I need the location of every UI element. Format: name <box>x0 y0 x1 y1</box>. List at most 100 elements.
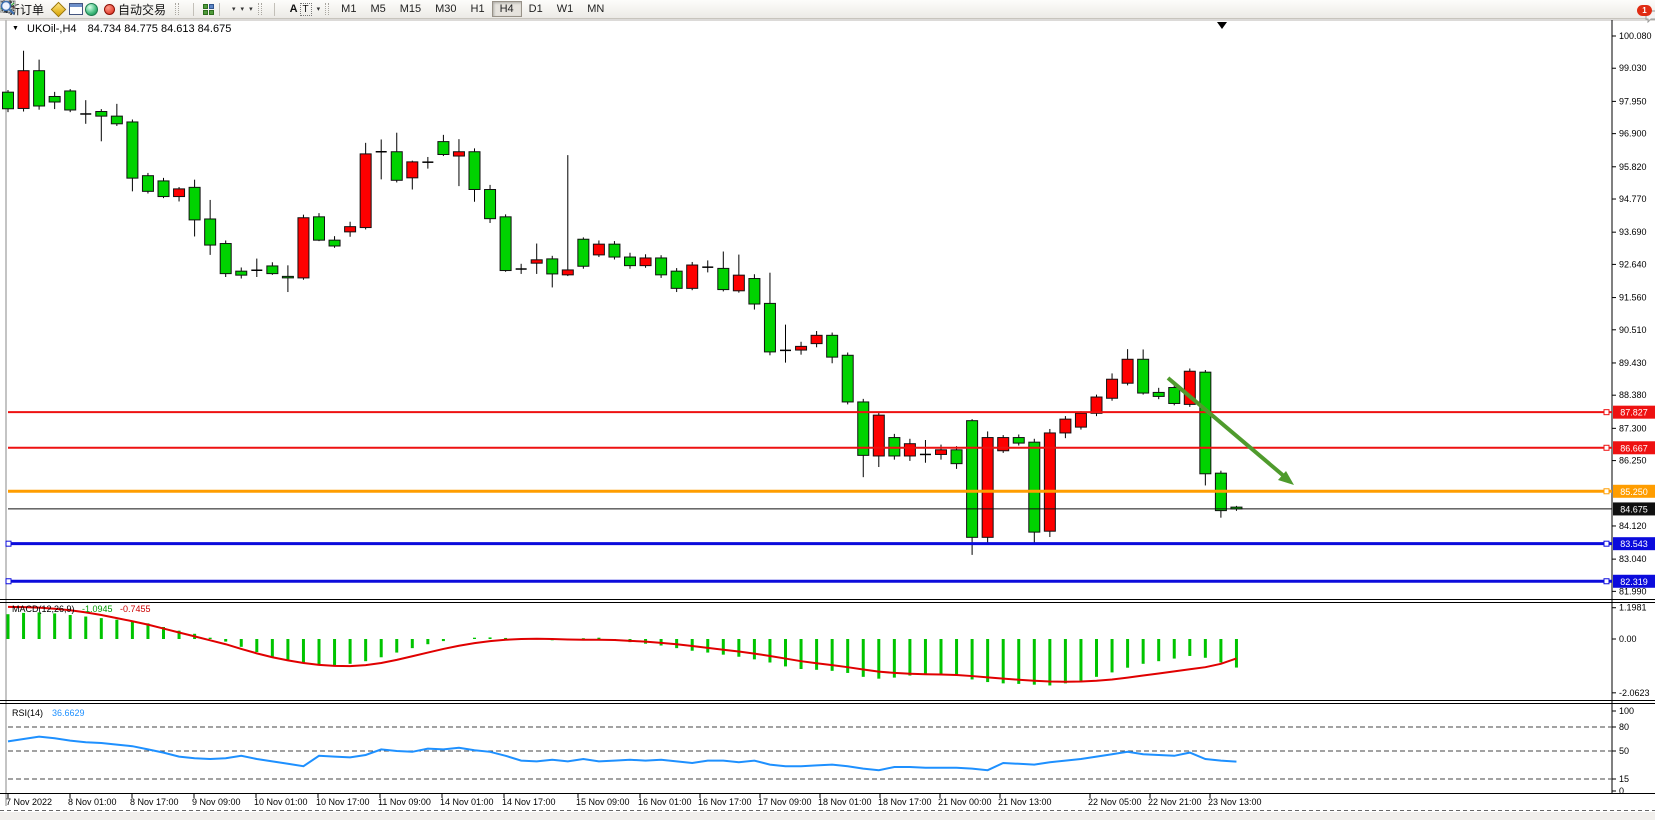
price-tick-label: 84.120 <box>1619 521 1647 531</box>
hline-handle[interactable] <box>1604 410 1609 415</box>
rsi-value: 36.6629 <box>52 708 85 718</box>
macd-tick-label: 1.1981 <box>1619 603 1647 613</box>
bull-candle <box>360 154 371 228</box>
time-tick-label: 23 Nov 13:00 <box>1208 797 1262 807</box>
hline-handle[interactable] <box>1604 445 1609 450</box>
price-tick-label: 90.510 <box>1619 325 1647 335</box>
bear-candle <box>1013 438 1024 444</box>
status-strip <box>0 812 1655 820</box>
trend-arrow-object[interactable] <box>1168 378 1285 477</box>
bear-candle <box>220 244 231 274</box>
time-tick-label: 21 Nov 00:00 <box>938 797 992 807</box>
price-tick-label: 83.040 <box>1619 554 1647 564</box>
macd-label: MACD(12,26,9) <box>12 604 75 614</box>
rsi-tick-label: 100 <box>1619 706 1634 716</box>
price-tick-label: 97.950 <box>1619 96 1647 106</box>
bear-candle <box>951 450 962 464</box>
time-tick-label: 8 Nov 01:00 <box>68 797 117 807</box>
bear-candle <box>1029 442 1040 532</box>
price-badge-label: 82.319 <box>1620 577 1648 587</box>
bull-candle <box>1107 379 1118 398</box>
time-tick-label: 18 Nov 01:00 <box>818 797 872 807</box>
bull-candle <box>531 260 542 263</box>
bear-candle <box>578 239 589 266</box>
hline-handle[interactable] <box>6 579 11 584</box>
bear-candle <box>236 271 247 275</box>
hline-handle[interactable] <box>1604 489 1609 494</box>
bear-candle <box>842 355 853 402</box>
bear-candle <box>65 91 76 110</box>
price-badge-label: 87.827 <box>1620 408 1648 418</box>
time-tick-label: 22 Nov 05:00 <box>1088 797 1142 807</box>
price-tick-label: 89.430 <box>1619 358 1647 368</box>
hline-handle[interactable] <box>1604 579 1609 584</box>
bull-candle <box>345 227 356 232</box>
time-tick-label: 16 Nov 17:00 <box>698 797 752 807</box>
price-tick-label: 100.080 <box>1619 31 1652 41</box>
price-tick-label: 95.820 <box>1619 162 1647 172</box>
bear-candle <box>547 259 558 274</box>
time-tick-label: 9 Nov 09:00 <box>192 797 241 807</box>
rsi-tick-label: 80 <box>1619 722 1629 732</box>
price-badge-label: 83.543 <box>1620 539 1648 549</box>
bear-candle <box>1169 388 1180 404</box>
chart-canvas: 100.08099.03097.95096.90095.82094.77093.… <box>0 0 1655 820</box>
chart-symbol-period: UKOil-,H4 <box>27 23 77 35</box>
last-bar-marker-icon <box>1217 22 1227 29</box>
bull-candle <box>687 265 698 288</box>
macd-signal-line <box>8 607 1236 682</box>
bear-candle <box>314 217 325 240</box>
bull-candle <box>174 189 185 197</box>
price-tick-label: 86.250 <box>1619 456 1647 466</box>
bull-candle <box>796 346 807 350</box>
bear-candle <box>438 142 449 155</box>
bear-candle <box>127 122 138 178</box>
rsi-tick-label: 15 <box>1619 774 1629 784</box>
bull-candle <box>593 244 604 255</box>
bull-candle <box>453 152 464 156</box>
bear-candle <box>34 71 45 106</box>
price-tick-label: 91.560 <box>1619 293 1647 303</box>
time-tick-label: 14 Nov 01:00 <box>440 797 494 807</box>
bear-candle <box>282 276 293 278</box>
price-tick-label: 96.900 <box>1619 129 1647 139</box>
bull-candle <box>873 415 884 456</box>
price-badge-label: 85.250 <box>1620 487 1648 497</box>
bull-candle <box>298 218 309 278</box>
bear-candle <box>1138 359 1149 393</box>
hline-handle[interactable] <box>6 541 11 546</box>
bear-candle <box>671 271 682 288</box>
bear-candle <box>142 176 153 192</box>
bull-candle <box>811 335 822 343</box>
bull-candle <box>936 450 947 455</box>
price-tick-label: 92.640 <box>1619 259 1647 269</box>
bull-candle <box>733 275 744 291</box>
bear-candle <box>158 181 169 197</box>
rsi-label: RSI(14) <box>12 708 43 718</box>
price-tick-label: 99.030 <box>1619 63 1647 73</box>
bull-candle <box>1075 413 1086 427</box>
time-tick-label: 10 Nov 17:00 <box>316 797 370 807</box>
bear-candle <box>764 303 775 352</box>
bear-candle <box>1153 392 1164 396</box>
bear-candle <box>656 258 667 275</box>
price-tick-label: 87.300 <box>1619 423 1647 433</box>
time-tick-label: 7 Nov 2022 <box>6 797 52 807</box>
bear-candle <box>49 96 60 102</box>
price-tick-label: 93.690 <box>1619 227 1647 237</box>
chart-ohlc-quote: 84.734 84.775 84.613 84.675 <box>88 23 232 35</box>
bear-candle <box>967 421 978 538</box>
time-tick-label: 16 Nov 01:00 <box>638 797 692 807</box>
bull-candle <box>407 162 418 178</box>
rsi-tick-label: 0 <box>1619 786 1624 796</box>
macd-tick-label: 0.00 <box>1619 634 1637 644</box>
hline-handle[interactable] <box>1604 541 1609 546</box>
bull-candle <box>640 258 651 266</box>
bull-candle <box>18 71 29 109</box>
bull-candle <box>1122 359 1133 383</box>
bear-candle <box>391 152 402 181</box>
chevron-down-icon[interactable]: ▼ <box>12 25 19 32</box>
time-tick-label: 10 Nov 01:00 <box>254 797 308 807</box>
bear-candle <box>485 190 496 219</box>
time-tick-label: 15 Nov 09:00 <box>576 797 630 807</box>
